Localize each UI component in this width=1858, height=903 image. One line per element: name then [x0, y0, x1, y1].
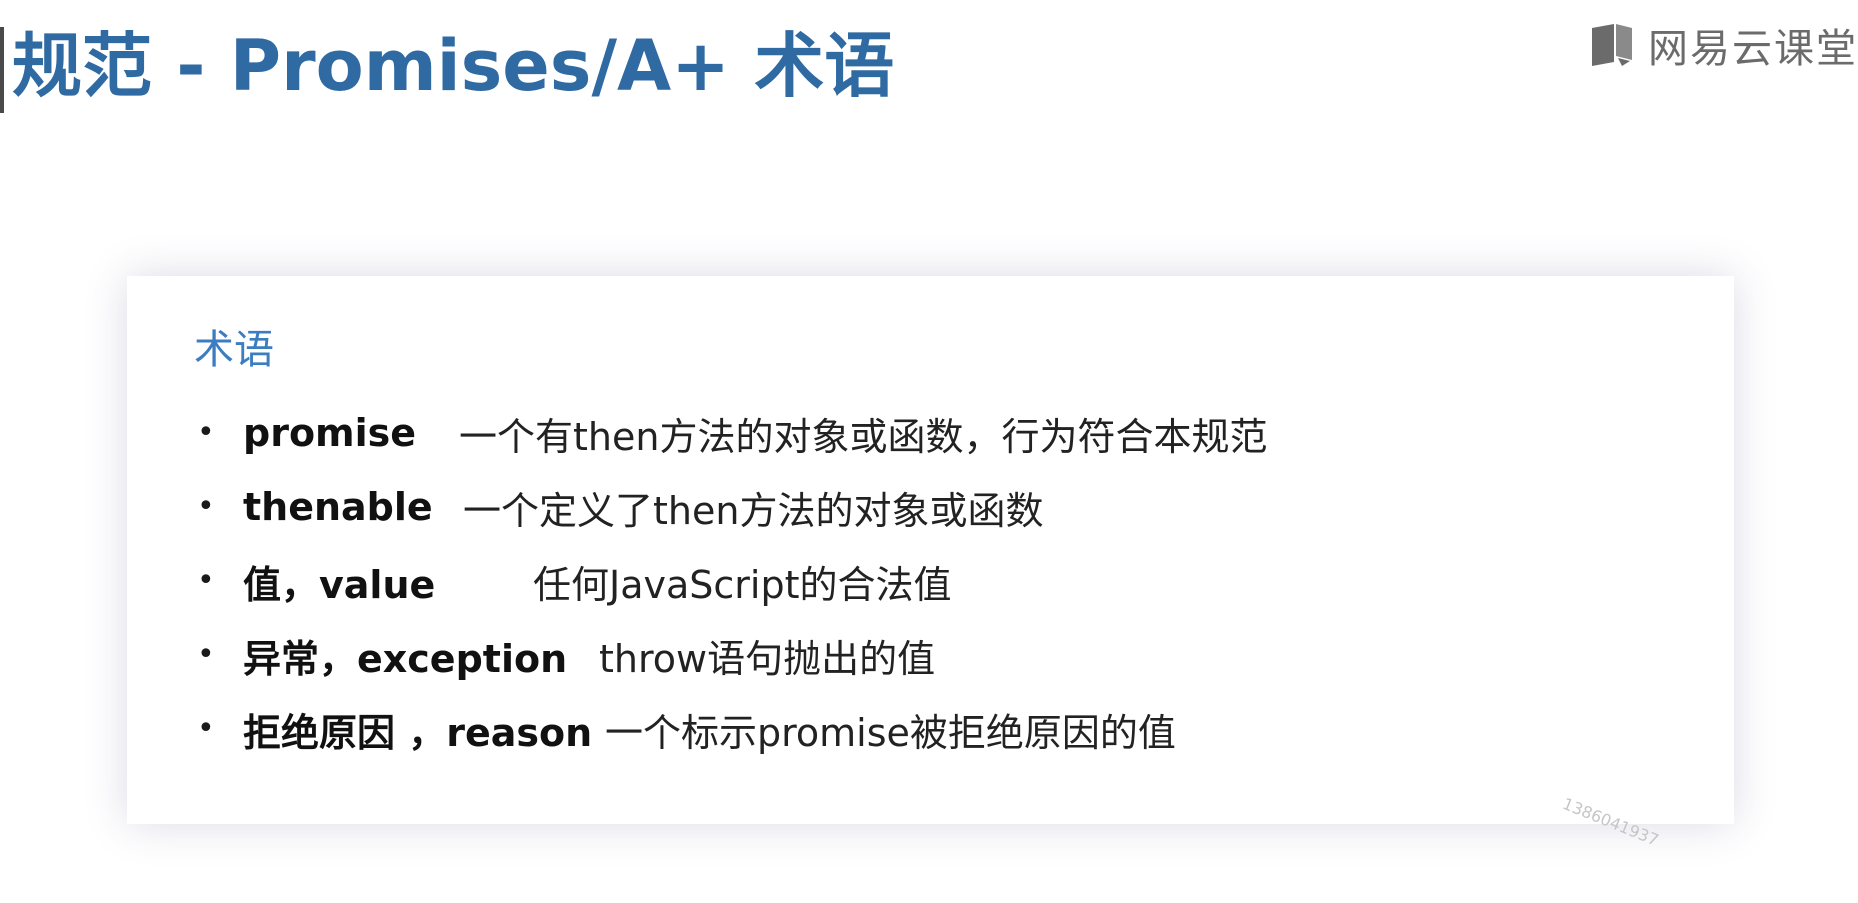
list-item: • 拒绝原因 ，reason 一个标示promise被拒绝原因的值	[197, 692, 1267, 766]
bullet-icon: •	[197, 711, 215, 746]
bullet-icon: •	[197, 489, 215, 524]
list-item: • 异常，exception throw语句抛出的值	[197, 618, 1267, 692]
card-heading: 术语	[194, 327, 274, 373]
terms-card: 术语 • promise 一个有then方法的对象或函数，行为符合本规范 • t…	[127, 276, 1734, 850]
term-description: 一个有then方法的对象或函数，行为符合本规范	[459, 414, 1268, 459]
list-item: • thenable 一个定义了then方法的对象或函数	[197, 470, 1267, 544]
list-item: • 值，value 任何JavaScript的合法值	[197, 544, 1267, 618]
term-label: 异常，exception	[243, 636, 568, 681]
term-label: thenable	[243, 485, 433, 529]
term-description: throw语句抛出的值	[599, 636, 936, 681]
term-description: 一个定义了then方法的对象或函数	[463, 488, 1044, 533]
term-label: promise	[243, 411, 417, 455]
watermark: 1386041937	[1559, 794, 1662, 850]
title-accent-bar	[0, 27, 4, 113]
brand-name: 网易云课堂	[1648, 26, 1858, 72]
term-label: 值，value	[243, 562, 436, 607]
slide: 规范 - Promises/A+ 术语 网易云课堂 术语 • promise 一…	[0, 0, 1858, 903]
page-title: 规范 - Promises/A+ 术语	[12, 25, 895, 107]
brand-logo: 网易云课堂	[1588, 20, 1858, 72]
term-label: 拒绝原因 ，reason	[243, 710, 593, 755]
bullet-icon: •	[197, 415, 215, 450]
bullet-icon: •	[197, 563, 215, 598]
book-icon	[1592, 24, 1632, 66]
term-list: • promise 一个有then方法的对象或函数，行为符合本规范 • then…	[197, 396, 1267, 766]
term-description: 任何JavaScript的合法值	[533, 562, 952, 607]
bullet-icon: •	[197, 637, 215, 672]
list-item: • promise 一个有then方法的对象或函数，行为符合本规范	[197, 396, 1267, 470]
term-description: 一个标示promise被拒绝原因的值	[605, 710, 1176, 755]
